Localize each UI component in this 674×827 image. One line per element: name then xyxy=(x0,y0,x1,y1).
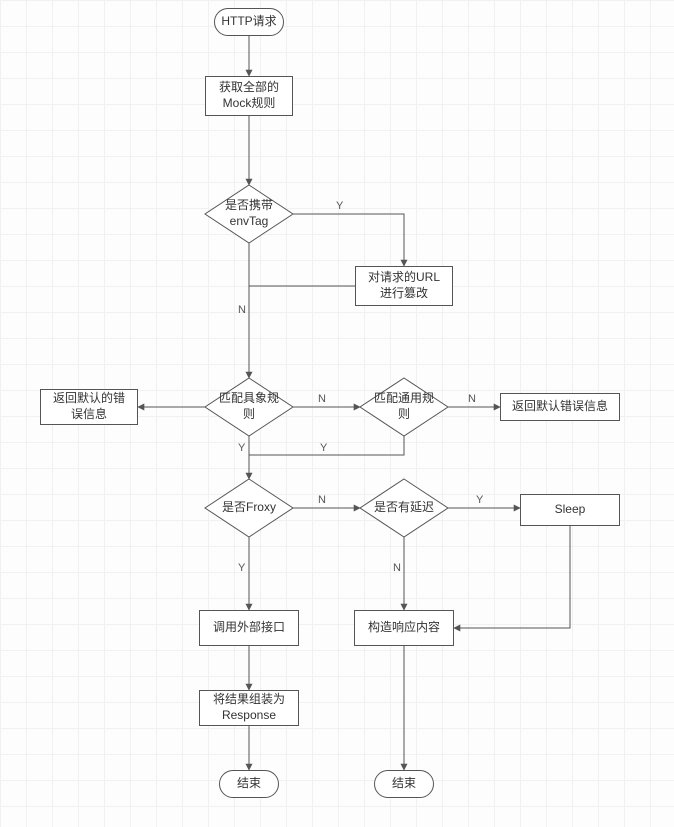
node-start: HTTP请求 xyxy=(214,8,284,36)
node-end-right: 结束 xyxy=(374,770,434,798)
node-match-concrete: 匹配具象规则 xyxy=(205,378,293,436)
edge-label-y: Y xyxy=(320,442,327,454)
label: 匹配具象规则 xyxy=(219,391,279,422)
edge-label-y: Y xyxy=(336,200,343,212)
label: 是否携带envTag xyxy=(225,198,273,229)
edge-label-n: N xyxy=(238,304,246,316)
edge-label-n: N xyxy=(468,393,476,405)
label: 返回默认的错误信息 xyxy=(53,391,125,422)
node-end-left: 结束 xyxy=(219,770,279,798)
node-tamper-url: 对请求的URL进行篡改 xyxy=(355,266,453,306)
node-call-external: 调用外部接口 xyxy=(199,610,299,646)
label: 将结果组装为Response xyxy=(213,692,285,723)
node-has-envtag: 是否携带envTag xyxy=(205,185,293,243)
label: 返回默认错误信息 xyxy=(512,399,608,415)
edge-label-y: Y xyxy=(476,494,483,506)
label: 是否Froxy xyxy=(222,500,276,516)
label: 调用外部接口 xyxy=(213,620,285,636)
label: Sleep xyxy=(555,502,586,518)
label: 结束 xyxy=(237,776,261,792)
node-default-error-left: 返回默认的错误信息 xyxy=(40,389,138,425)
edge-label-n: N xyxy=(393,562,401,574)
edge-label-n: N xyxy=(318,393,326,405)
node-get-rules: 获取全部的Mock规则 xyxy=(205,76,293,116)
label: 构造响应内容 xyxy=(368,620,440,636)
node-default-error-right: 返回默认错误信息 xyxy=(500,393,620,421)
node-has-delay: 是否有延迟 xyxy=(360,479,448,537)
label: 匹配通用规则 xyxy=(374,391,434,422)
edge-label-y: Y xyxy=(238,562,245,574)
node-build-response: 构造响应内容 xyxy=(354,610,454,646)
label: 是否有延迟 xyxy=(374,500,434,516)
node-is-froxy: 是否Froxy xyxy=(205,479,293,537)
edge-label-y: Y xyxy=(238,442,245,454)
node-match-generic: 匹配通用规则 xyxy=(360,378,448,436)
label: 结束 xyxy=(392,776,416,792)
edge-label-n: N xyxy=(318,494,326,506)
label: HTTP请求 xyxy=(221,14,276,30)
label: 获取全部的Mock规则 xyxy=(219,80,279,111)
node-sleep: Sleep xyxy=(520,494,620,526)
label: 对请求的URL进行篡改 xyxy=(368,270,440,301)
node-assemble-response: 将结果组装为Response xyxy=(199,690,299,726)
